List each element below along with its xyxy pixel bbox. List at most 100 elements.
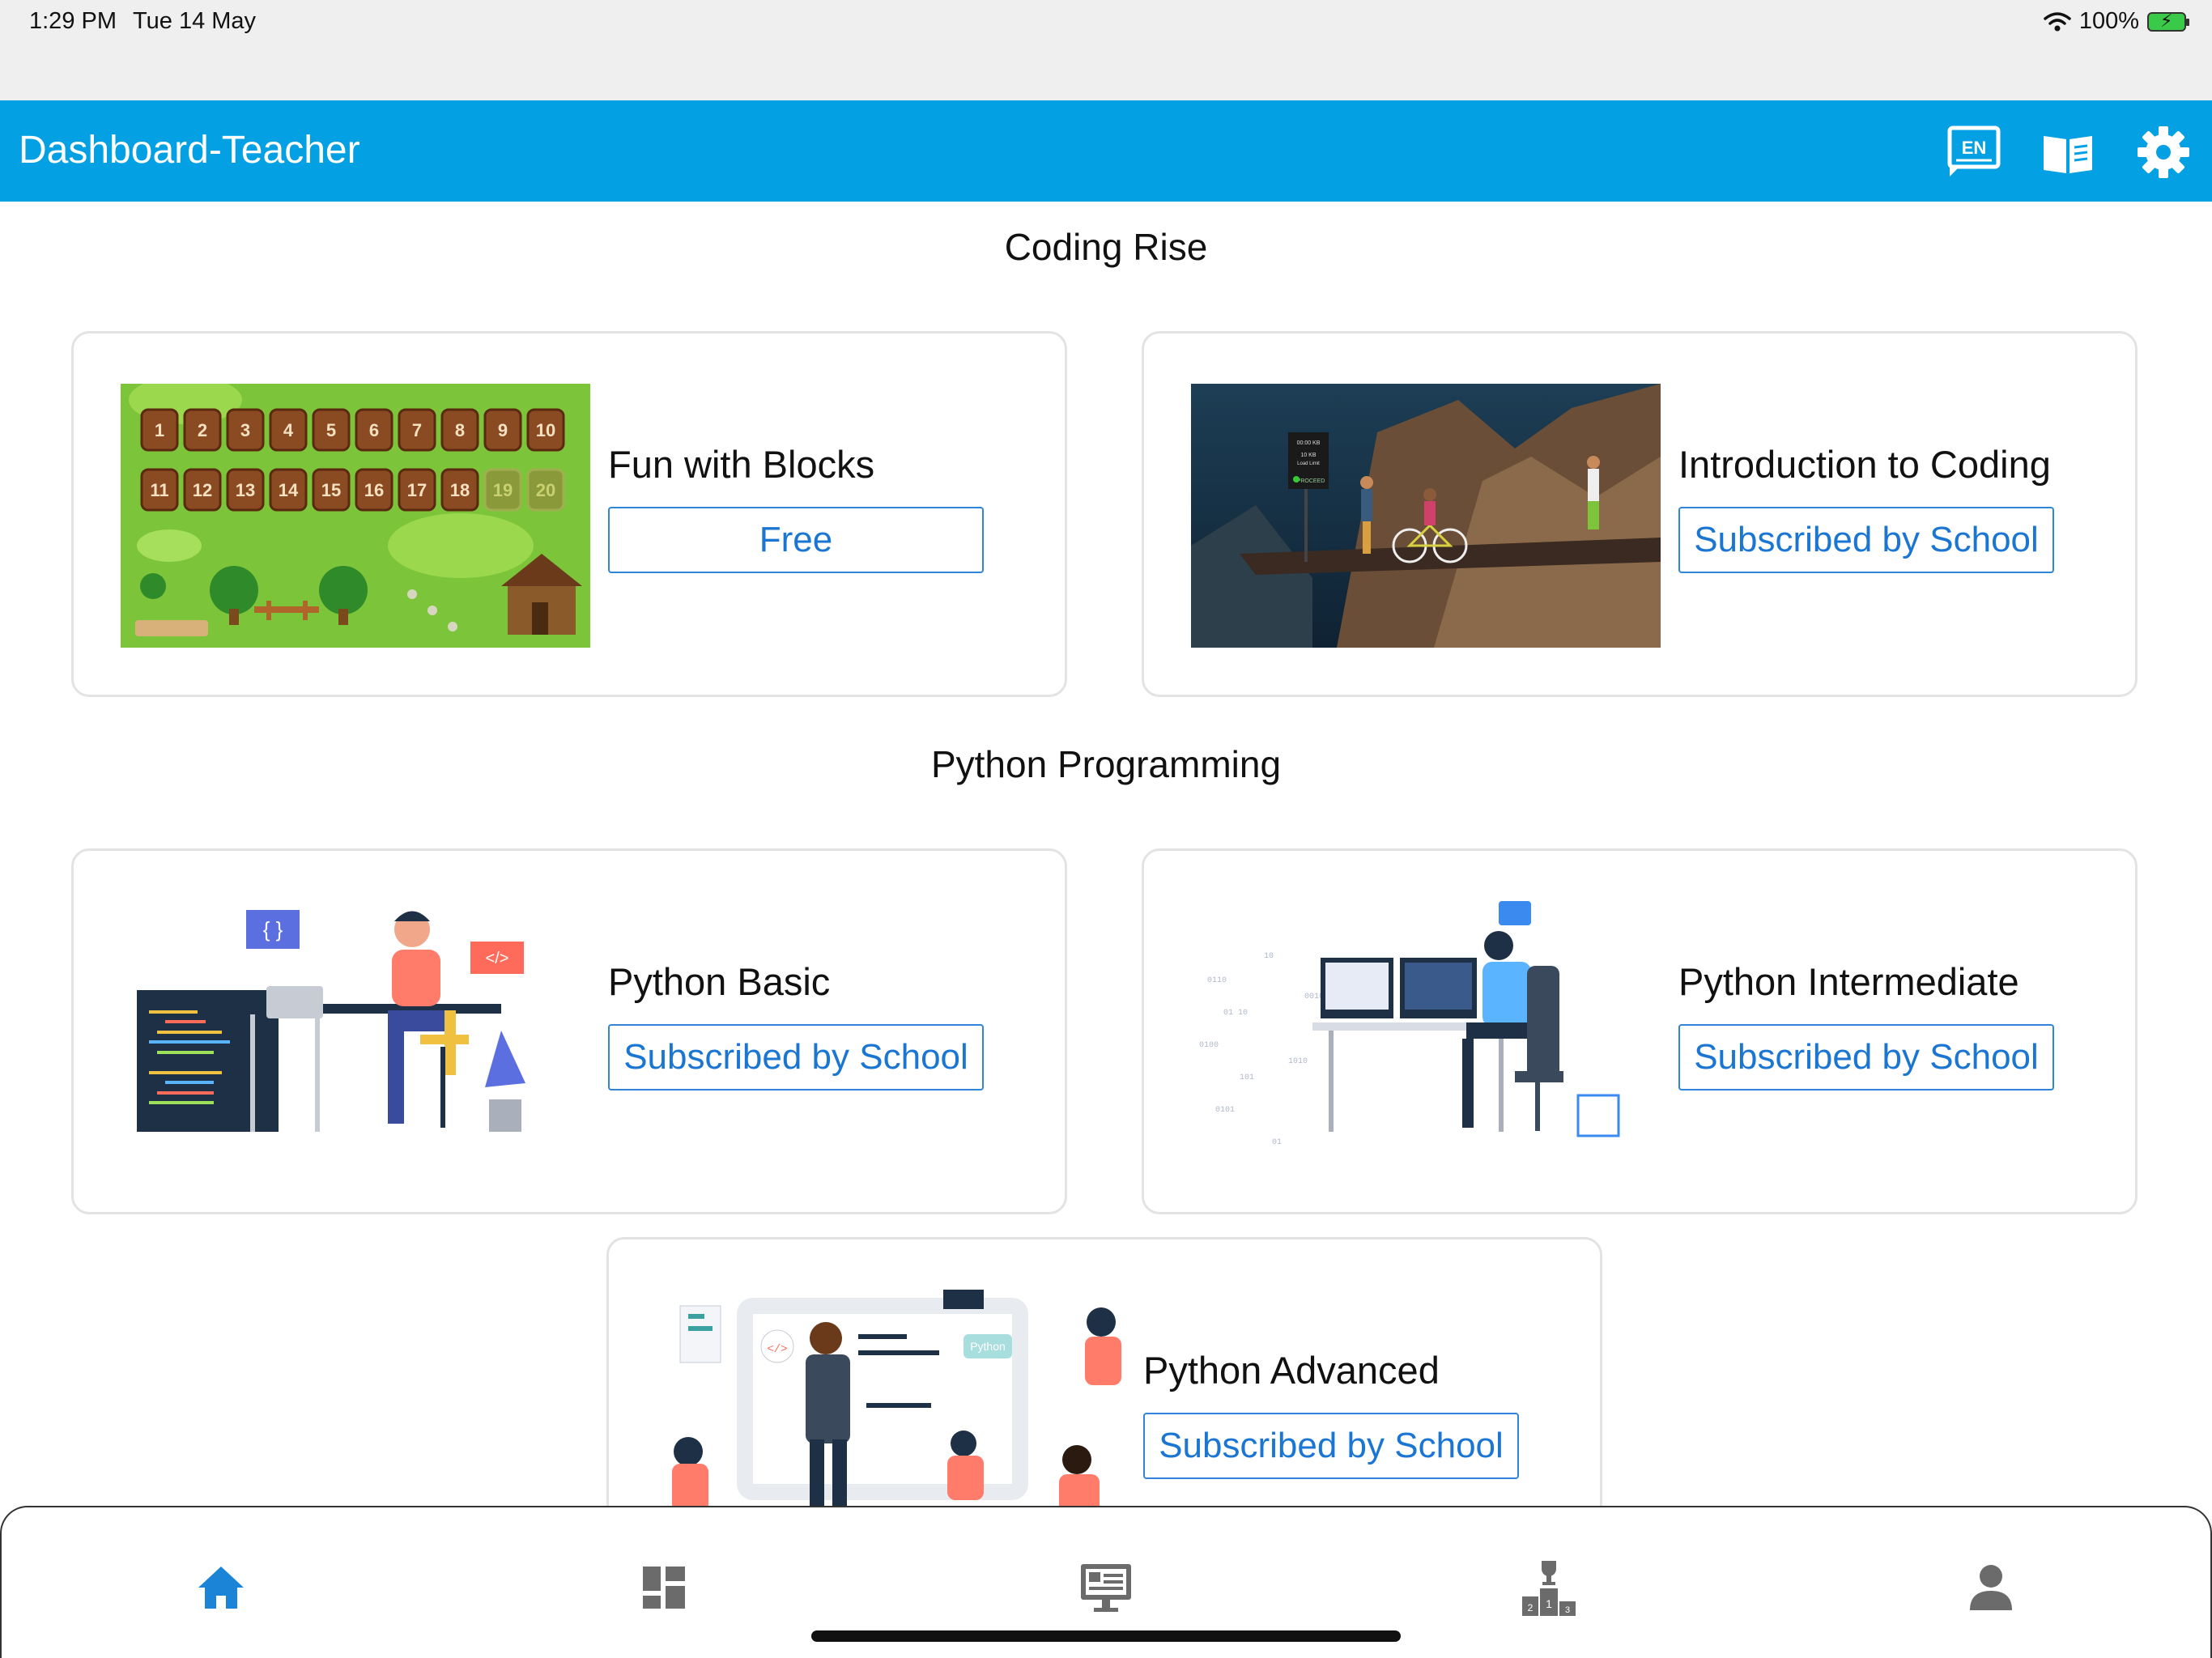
level-number: 19 [493,480,513,500]
free-button[interactable]: Free [608,507,984,573]
level-number: 20 [536,480,555,500]
svg-text:01: 01 [1272,1138,1282,1147]
level-block: 14 [269,468,308,512]
status-indicators: 100% ⚡ [2044,8,2189,35]
course-title: Python Basic [608,960,831,1003]
home-icon[interactable] [185,1551,257,1624]
status-bar: 1:29 PM Tue 14 May 100% ⚡ [0,0,2212,100]
level-number: 9 [498,420,508,440]
team-python-presentation-illustration: </> Python [656,1290,1125,1541]
level-block: 5 [312,408,351,452]
status-time: 1:29 PM [29,8,117,34]
course-title: Python Advanced [1143,1349,1440,1392]
section-title-python-programming: Python Programming [930,743,1282,785]
course-title: Python Intermediate [1678,960,2019,1003]
level-block: 13 [226,468,265,512]
dashboard-grid-icon[interactable] [627,1551,700,1624]
level-number: 11 [150,480,168,500]
sign-line: PROCEED [1297,478,1325,484]
level-number: 6 [369,420,379,440]
svg-text:0100: 0100 [1199,1041,1219,1050]
profile-icon[interactable] [1955,1551,2027,1624]
course-card-introduction-to-coding[interactable]: 00:00 KB 10 KB Load Limit PROCEED Introd… [1142,331,2138,697]
svg-text:101: 101 [1240,1073,1254,1082]
subscribed-by-school-button[interactable]: Subscribed by School [1678,507,2054,573]
level-number: 8 [455,420,465,440]
app-screen: 1:29 PM Tue 14 May 100% ⚡ Dashboard-Teac… [0,0,2212,1658]
level-block: 4 [269,408,308,452]
level-block: 1 [140,408,179,452]
level-block: 15 [312,468,351,512]
level-number: 13 [236,480,255,500]
level-block: 6 [355,408,393,452]
page-title: Dashboard-Teacher [19,129,360,172]
numbered-blocks-garden-illustration: 1 2 3 4 5 6 7 8 9 10 11 12 13 14 15 16 17 18 19 20 [121,384,590,648]
course-title: Fun with Blocks [608,443,875,486]
svg-text:0110: 0110 [1207,976,1227,985]
svg-text:1010: 1010 [1288,1057,1308,1066]
leaderboard-podium-icon[interactable]: 1 2 3 [1512,1551,1585,1624]
sign-line: 00:00 KB [1297,440,1321,446]
sign-line: 10 KB [1300,453,1316,458]
level-block: 12 [183,468,222,512]
language-code: EN [1962,138,1987,158]
level-number: 3 [240,420,250,440]
book-icon[interactable] [2039,123,2097,181]
svg-text:3: 3 [1565,1605,1570,1615]
level-block: 19 [483,468,522,512]
level-block: 9 [483,408,522,452]
level-block: 2 [183,408,222,452]
course-title: Introduction to Coding [1678,443,2051,486]
status-date: Tue 14 May [133,8,257,34]
level-number: 7 [412,420,422,440]
course-card-python-basic[interactable]: { } </> Python Basic Subscribed by Schoo… [71,848,1067,1214]
level-number: 16 [364,480,384,500]
code-tag-badge: </> [486,950,509,967]
subscribed-by-school-button[interactable]: Subscribed by School [608,1024,984,1090]
home-indicator[interactable] [811,1630,1401,1642]
battery-charging-icon: ⚡ [2147,11,2189,32]
level-number: 14 [279,480,299,500]
level-number: 15 [321,480,341,500]
level-block: 20 [526,468,565,512]
level-number: 17 [407,480,427,500]
braces-badge: { } [263,917,283,942]
level-number: 5 [326,420,336,440]
subscribed-by-school-button[interactable]: Subscribed by School [1678,1024,2054,1090]
subscribed-by-school-button[interactable]: Subscribed by School [1143,1413,1519,1479]
course-card-fun-with-blocks[interactable]: 1 2 3 4 5 6 7 8 9 10 11 12 13 14 15 16 17 18 19 20 Fun wit… [71,331,1067,697]
wifi-icon [2044,11,2071,31]
level-block: 11 [140,468,179,512]
classroom-screen-icon[interactable] [1070,1551,1142,1624]
level-block: 3 [226,408,265,452]
cliff-path-cyclists-illustration: 00:00 KB 10 KB Load Limit PROCEED [1191,384,1661,648]
python-label: Python [970,1340,1006,1353]
level-number: 10 [536,420,555,440]
level-number: 1 [155,420,164,440]
level-block: 18 [440,468,479,512]
person-coding-at-desk-illustration: { } </> [121,901,590,1165]
level-block: 16 [355,468,393,512]
language-icon[interactable]: EN [1945,123,2003,181]
level-block: 17 [398,468,436,512]
level-number: 18 [450,480,470,500]
svg-text:0101: 0101 [1215,1106,1235,1115]
settings-gear-icon[interactable] [2134,123,2193,181]
developer-at-dual-monitors-illustration: 0110 01 10 0100 101 10 0101 01 0010 1010 [1191,901,1661,1165]
level-number: 2 [198,420,207,440]
course-card-python-intermediate[interactable]: 0110 01 10 0100 101 10 0101 01 0010 1010 Pyt [1142,848,2138,1214]
level-block: 7 [398,408,436,452]
app-bar: Dashboard-Teacher EN [0,100,2212,202]
svg-text:1: 1 [1546,1597,1552,1610]
svg-text:</>: </> [767,1343,787,1356]
svg-text:2: 2 [1528,1602,1534,1613]
section-title-coding-rise: Coding Rise [1004,226,1208,268]
level-block: 8 [440,408,479,452]
level-block: 10 [526,408,565,452]
svg-text:01 10: 01 10 [1223,1009,1248,1018]
battery-percentage: 100% [2078,8,2139,34]
level-number: 4 [283,420,294,440]
sign-line: Load Limit [1297,461,1320,466]
svg-text:10: 10 [1264,952,1274,961]
level-number: 12 [193,480,212,500]
